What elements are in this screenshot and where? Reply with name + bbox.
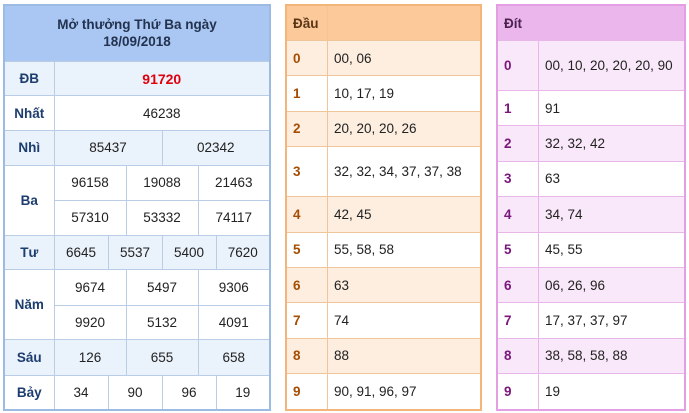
dau-key: 2 <box>285 110 328 148</box>
dau-values: 88 <box>327 337 482 375</box>
dau-values: 00, 06 <box>327 39 482 77</box>
prize-label-nhat: Nhất <box>3 95 55 131</box>
dit-key: 6 <box>496 266 539 304</box>
dit-values: 34, 74 <box>538 196 686 233</box>
prize-value-ba: 19088 <box>125 164 199 202</box>
dau-key: 3 <box>285 146 328 198</box>
dit-key: 8 <box>496 337 539 375</box>
prize-value-ba: 57310 <box>53 200 127 236</box>
dau-values: 10, 17, 19 <box>327 75 482 112</box>
dit-key: 7 <box>496 302 539 339</box>
lottery-results-table: Mở thưởng Thứ Ba ngày 18/09/2018 ĐB 9172… <box>3 4 271 411</box>
dit-values: 91 <box>538 89 686 127</box>
prize-value-nhi: 85437 <box>53 129 163 166</box>
dau-values: 32, 32, 34, 37, 37, 38 <box>327 146 482 198</box>
prize-value-nam: 4091 <box>197 304 271 341</box>
dit-key: 3 <box>496 160 539 198</box>
dau-values: 42, 45 <box>327 196 482 233</box>
dau-values: 63 <box>327 266 482 304</box>
dau-table: Đầu 0 00, 06 1 10, 17, 19 2 20, 20, 20, 26 … <box>285 4 482 411</box>
dau-key: 5 <box>285 231 328 268</box>
prize-value-tu: 6645 <box>53 234 109 271</box>
dau-values: 20, 20, 20, 26 <box>327 110 482 148</box>
results-title: Mở thưởng Thứ Ba ngày 18/09/2018 <box>3 4 271 62</box>
dau-header: Đầu <box>285 4 328 41</box>
dit-values: 63 <box>538 160 686 198</box>
dau-values: 74 <box>327 302 482 339</box>
dit-values: 45, 55 <box>538 231 686 268</box>
prize-value-db: 91720 <box>53 60 271 97</box>
prize-value-bay: 96 <box>161 374 217 411</box>
results-draw-date: 18/09/2018 <box>103 34 171 50</box>
dau-key: 1 <box>285 75 328 112</box>
dit-key: 0 <box>496 40 539 91</box>
dau-key: 9 <box>285 373 328 411</box>
prize-value-bay: 34 <box>53 374 109 411</box>
prize-label-bay: Bảy <box>3 374 55 411</box>
prize-value-nam: 9674 <box>53 269 127 306</box>
dau-key: 4 <box>285 196 328 233</box>
prize-value-sau: 658 <box>197 339 271 376</box>
prize-value-bay: 90 <box>107 374 163 411</box>
prize-label-nam: Năm <box>3 269 55 341</box>
dau-key: 8 <box>285 337 328 375</box>
prize-value-ba: 96158 <box>53 164 127 202</box>
dau-values: 55, 58, 58 <box>327 231 482 268</box>
prize-value-nam: 5132 <box>125 304 199 341</box>
prize-value-tu: 5400 <box>161 234 217 271</box>
prize-value-nhi: 02342 <box>161 129 271 166</box>
dit-values: 17, 37, 37, 97 <box>538 302 686 339</box>
prize-value-ba: 21463 <box>197 164 271 202</box>
dit-values: 38, 58, 58, 88 <box>538 337 686 375</box>
prize-value-tu: 7620 <box>215 234 271 271</box>
dit-key: 1 <box>496 89 539 127</box>
prize-label-nhi: Nhì <box>3 129 55 166</box>
dau-key: 0 <box>285 39 328 77</box>
prize-label-sau: Sáu <box>3 339 55 376</box>
dau-key: 6 <box>285 266 328 304</box>
prize-label-ba: Ba <box>3 164 55 236</box>
prize-value-sau: 126 <box>53 339 127 376</box>
dau-header-blank <box>327 4 482 41</box>
prize-value-sau: 655 <box>125 339 199 376</box>
prize-value-bay: 19 <box>215 374 271 411</box>
prize-value-ba: 53332 <box>125 200 199 236</box>
dit-header-blank <box>538 4 686 41</box>
dit-values: 00, 10, 20, 20, 20, 90 <box>538 40 686 91</box>
dit-values: 06, 26, 96 <box>538 266 686 304</box>
prize-value-nhat: 46238 <box>53 95 271 131</box>
prize-value-nam: 9306 <box>197 269 271 306</box>
dau-key: 7 <box>285 302 328 339</box>
dit-values: 19 <box>538 373 686 411</box>
dit-key: 9 <box>496 373 539 411</box>
dit-key: 5 <box>496 231 539 268</box>
results-title-line1: Mở thưởng Thứ Ba ngày <box>57 17 217 33</box>
dit-key: 4 <box>496 196 539 233</box>
prize-value-ba: 74117 <box>197 200 271 236</box>
prize-value-nam: 5497 <box>125 269 199 306</box>
prize-label-tu: Tư <box>3 234 55 271</box>
prize-value-tu: 5537 <box>107 234 163 271</box>
dau-values: 90, 91, 96, 97 <box>327 373 482 411</box>
dit-key: 2 <box>496 125 539 162</box>
dit-table: Đít 0 00, 10, 20, 20, 20, 90 1 91 2 32, 32,… <box>496 4 686 411</box>
prize-label-db: ĐB <box>3 60 55 97</box>
dit-header: Đít <box>496 4 539 41</box>
prize-value-nam: 9920 <box>53 304 127 341</box>
dit-values: 32, 32, 42 <box>538 125 686 162</box>
